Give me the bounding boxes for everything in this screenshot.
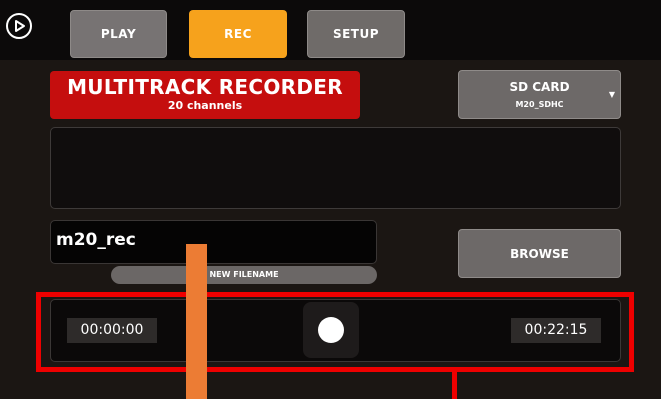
sd-card-selector[interactable]: SD CARD M20_SDHC ▼ bbox=[458, 70, 621, 119]
browse-button[interactable]: BROWSE bbox=[458, 229, 621, 278]
recorder-mode-banner: MULTITRACK RECORDER 20 channels bbox=[50, 71, 360, 119]
annotation-marker bbox=[186, 244, 207, 399]
recorder-title: MULTITRACK RECORDER bbox=[67, 75, 343, 99]
recording-info-panel bbox=[50, 127, 621, 209]
sd-card-device: M20_SDHC bbox=[515, 100, 564, 109]
recorder-channels: 20 channels bbox=[167, 99, 243, 112]
sd-card-label: SD CARD bbox=[509, 80, 570, 94]
tab-rec[interactable]: REC bbox=[189, 10, 287, 58]
highlight-pointer bbox=[452, 372, 457, 399]
filename-value: m20_rec bbox=[56, 230, 136, 250]
tab-play[interactable]: PLAY bbox=[70, 10, 167, 58]
tab-setup[interactable]: SETUP bbox=[307, 10, 405, 58]
filename-field[interactable]: m20_rec bbox=[50, 220, 377, 264]
new-filename-button[interactable]: NEW FILENAME bbox=[111, 266, 377, 284]
dropdown-caret-icon: ▼ bbox=[608, 90, 615, 99]
play-logo-icon[interactable] bbox=[6, 13, 32, 39]
highlight-frame bbox=[36, 292, 634, 372]
